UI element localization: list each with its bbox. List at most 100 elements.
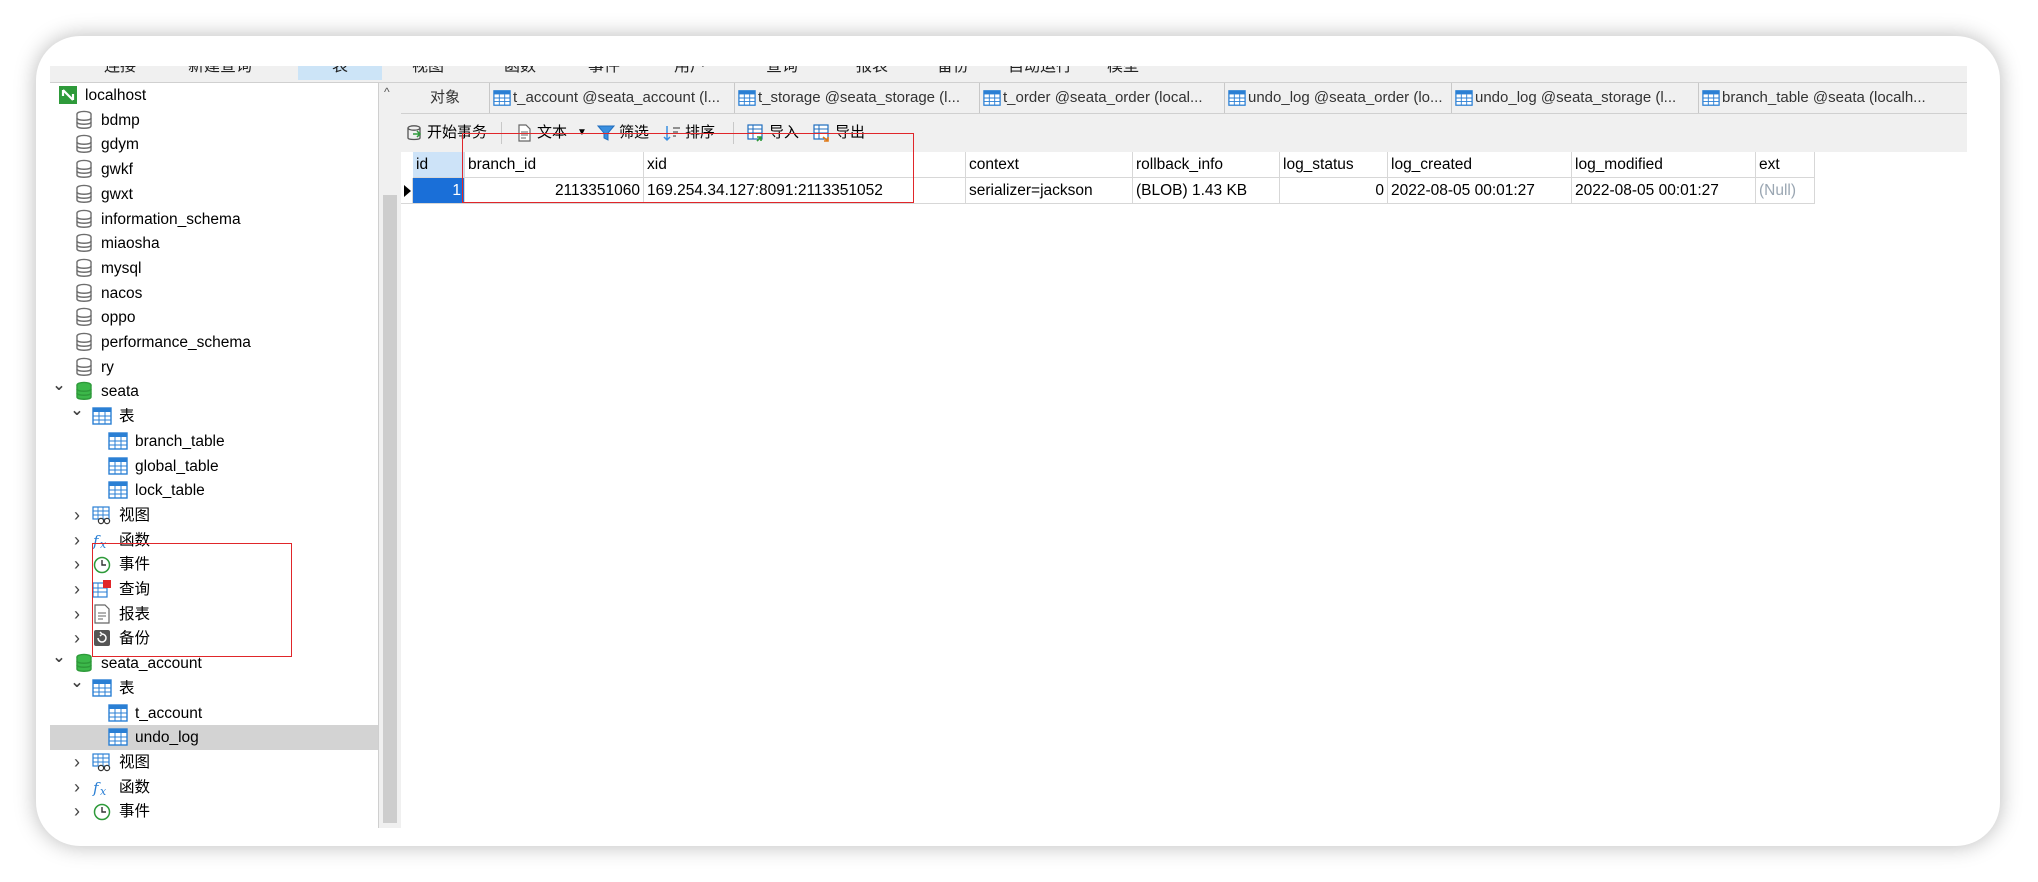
svg-text:x: x (100, 538, 107, 550)
chevron-down-icon[interactable]: ⌄ (52, 378, 66, 394)
tree-database-miaosha[interactable]: miaosha (50, 231, 378, 256)
tab-2[interactable]: t_storage @seata_storage (l... (734, 83, 980, 113)
tree-database-information_schema[interactable]: information_schema (50, 207, 378, 232)
tab-5[interactable]: undo_log @seata_storage (l... (1451, 83, 1699, 113)
tree-group-1[interactable]: › f x 函数 (50, 775, 378, 800)
group-label: 视图 (119, 506, 151, 524)
tree-database-bdmp[interactable]: bdmp (50, 108, 378, 133)
column-header-id[interactable]: id (413, 152, 465, 178)
menu-item-11[interactable]: 模型 (1093, 66, 1153, 80)
column-header-context[interactable]: context (966, 152, 1133, 178)
chevron-down-icon[interactable]: ⌄ (70, 403, 84, 419)
database-label: information_schema (101, 210, 241, 228)
menu-item-0[interactable]: 连接 (90, 66, 150, 80)
tree-table-t_account[interactable]: t_account (50, 701, 378, 726)
tab-6[interactable]: branch_table @seata (localh... (1698, 83, 1967, 113)
tab-objects[interactable]: 对象 (401, 83, 490, 113)
table-icon (92, 407, 112, 425)
chevron-right-icon[interactable]: › (70, 555, 84, 573)
column-header-ext[interactable]: ext (1756, 152, 1815, 178)
column-header-log_modified[interactable]: log_modified (1572, 152, 1756, 178)
chevron-right-icon[interactable]: › (70, 506, 84, 524)
cell-xid[interactable]: 169.254.34.127:8091:2113351052 (644, 178, 966, 204)
database-icon (76, 159, 92, 179)
menu-item-2[interactable]: 表 (298, 66, 382, 80)
sidebar-scrollbar[interactable]: ^ (380, 83, 400, 828)
cell-id[interactable]: 1 (413, 178, 465, 204)
tree-database-oppo[interactable]: oppo (50, 305, 378, 330)
menu-item-5[interactable]: 事件 (574, 66, 634, 80)
tree-database-gwkf[interactable]: gwkf (50, 157, 378, 182)
table-icon (108, 728, 128, 746)
cell-context[interactable]: serializer=jackson (966, 178, 1133, 204)
menu-item-3[interactable]: 视图 (398, 66, 458, 80)
scroll-up-icon[interactable]: ^ (384, 85, 390, 99)
tree-group-0[interactable]: › 视图 (50, 750, 378, 775)
begin-transaction-label: 开始事务 (427, 124, 488, 141)
cell-log_status[interactable]: 0 (1280, 178, 1388, 204)
menu-item-1[interactable]: 新建查询 (180, 66, 260, 80)
scrollbar-thumb[interactable] (383, 195, 397, 823)
tree-database-ry[interactable]: ry (50, 355, 378, 380)
chevron-right-icon[interactable]: › (70, 629, 84, 647)
chevron-right-icon[interactable]: › (70, 753, 84, 771)
menu-item-6[interactable]: 用户 (660, 66, 720, 80)
cell-log_modified[interactable]: 2022-08-05 00:01:27 (1572, 178, 1756, 204)
chevron-right-icon[interactable]: › (70, 531, 84, 549)
chevron-right-icon[interactable]: › (70, 778, 84, 796)
tab-4[interactable]: undo_log @seata_order (lo... (1224, 83, 1452, 113)
column-header-log_status[interactable]: log_status (1280, 152, 1388, 178)
database-icon (76, 382, 92, 401)
tree-group-0[interactable]: › 视图 (50, 503, 378, 528)
tab-label: undo_log @seata_order (lo... (1248, 89, 1443, 106)
menu-item-10[interactable]: 自动运行 (1000, 66, 1080, 80)
menu-item-9[interactable]: 备份 (928, 66, 978, 80)
column-header-log_created[interactable]: log_created (1388, 152, 1572, 178)
tree-database-seata[interactable]: ⌄ seata (50, 378, 378, 404)
chevron-down-icon[interactable]: ⌄ (52, 650, 66, 666)
database-label: bdmp (101, 111, 140, 129)
tree-database-nacos[interactable]: nacos (50, 281, 378, 306)
menu-item-8[interactable]: 报表 (842, 66, 902, 80)
tree-connection-localhost[interactable]: localhost (50, 83, 378, 108)
tab-3[interactable]: t_order @seata_order (local... (979, 83, 1225, 113)
tree-database-seata_account[interactable]: ⌄ seata_account (50, 650, 378, 676)
tree-database-performance_schema[interactable]: performance_schema (50, 330, 378, 355)
column-header-rollback_info[interactable]: rollback_info (1133, 152, 1280, 178)
chevron-right-icon[interactable]: › (70, 605, 84, 623)
table-icon (108, 481, 128, 499)
column-header-branch_id[interactable]: branch_id (465, 152, 644, 178)
cell-rollback_info[interactable]: (BLOB) 1.43 KB (1133, 178, 1280, 204)
tree-table-branch_table[interactable]: branch_table (50, 429, 378, 454)
cell-branch_id[interactable]: 2113351060 (465, 178, 644, 204)
menu-item-7[interactable]: 查询 (752, 66, 812, 80)
tree-table-global_table[interactable]: global_table (50, 454, 378, 479)
main-toolbar: 连接 新建查询 表 视图 函数 事件 用户 查询 报表 备份 自动运行 模型 (50, 66, 1967, 83)
tree-group-2[interactable]: › 事件 (50, 799, 378, 824)
tree-tables-folder[interactable]: ⌄ 表 (50, 403, 378, 429)
tree-database-gwxt[interactable]: gwxt (50, 182, 378, 207)
group-label: 查询 (119, 581, 151, 598)
tree-group-3[interactable]: › 查询 (50, 577, 378, 602)
tree-group-2[interactable]: › 事件 (50, 552, 378, 577)
tables-folder-label: 表 (119, 408, 135, 426)
tree-table-undo_log[interactable]: undo_log (50, 725, 378, 750)
cell-log_created[interactable]: 2022-08-05 00:01:27 (1388, 178, 1572, 204)
chevron-right-icon[interactable]: › (70, 802, 84, 820)
chevron-down-icon[interactable]: ⌄ (70, 674, 84, 691)
function-icon: fx (92, 779, 107, 797)
tree-group-4[interactable]: › 报表 (50, 602, 378, 627)
menu-item-4[interactable]: 函数 (490, 66, 550, 80)
text-view-label: 文本 (537, 124, 568, 141)
tree-database-mysql[interactable]: mysql (50, 256, 378, 281)
tree-tables-folder[interactable]: ⌄ 表 (50, 674, 378, 701)
tab-1[interactable]: t_account @seata_account (l... (489, 83, 735, 113)
column-header-xid[interactable]: xid (644, 152, 966, 178)
tab-label: t_storage @seata_storage (l... (758, 89, 961, 106)
tree-table-lock_table[interactable]: lock_table (50, 478, 378, 503)
cell-ext[interactable]: (Null) (1756, 178, 1815, 204)
chevron-right-icon[interactable]: › (70, 580, 84, 598)
tree-group-5[interactable]: › 备份 (50, 626, 378, 651)
tree-group-1[interactable]: › f x 函数 (50, 528, 378, 553)
tree-database-gdym[interactable]: gdym (50, 132, 378, 157)
